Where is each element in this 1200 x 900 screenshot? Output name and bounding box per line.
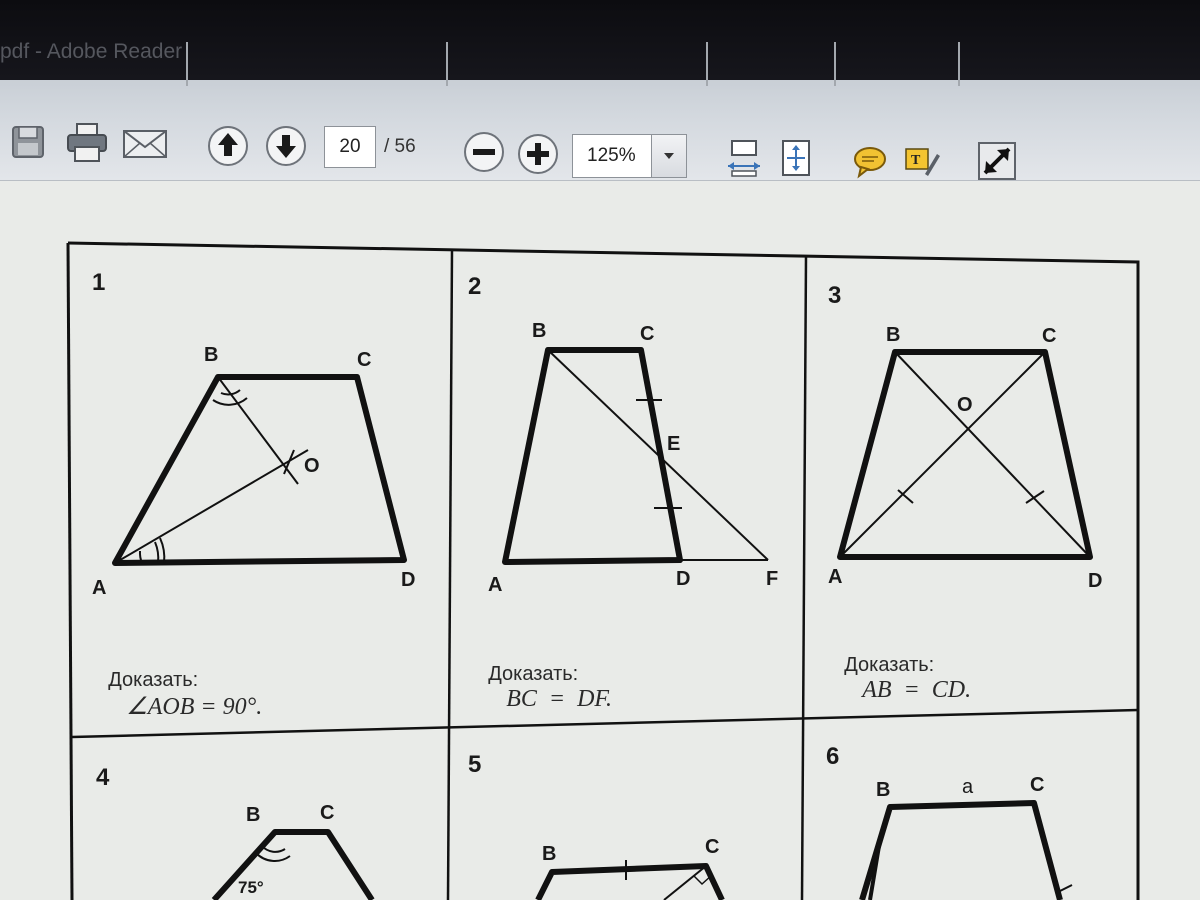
chevron-down-icon: [664, 153, 674, 159]
zoom-out-icon: [464, 132, 504, 172]
problem-5-label-b: B: [542, 843, 557, 865]
problem-2-number: 2: [468, 273, 482, 300]
full-screen-button[interactable]: [976, 140, 1018, 182]
zoom-in-button[interactable]: [516, 132, 560, 176]
problem-3-label-c: C: [1042, 325, 1057, 347]
zoom-value: 125%: [587, 145, 636, 166]
problem-1-label-b: B: [204, 344, 219, 366]
problem-4-label-b: B: [246, 804, 261, 826]
toolbar-separator: [834, 42, 836, 86]
email-icon: [123, 130, 167, 158]
sign-button[interactable]: T: [902, 142, 942, 182]
page-number-input[interactable]: 20: [324, 126, 376, 168]
problem-2-label-f: F: [766, 568, 779, 590]
caption-formula: ∠AOB = 90°.: [126, 694, 263, 720]
next-page-button[interactable]: [264, 124, 308, 168]
expand-icon: [978, 142, 1016, 180]
problem-1-caption: Доказать: ∠AOB = 90°.: [86, 646, 262, 744]
problem-3-label-b: B: [886, 324, 901, 346]
problem-6-label-a: a: [962, 776, 974, 798]
problem-1-label-c: C: [357, 349, 372, 371]
problem-3-number: 3: [828, 282, 842, 309]
grid-line: [446, 249, 454, 900]
problem-3-label-a: A: [828, 566, 843, 588]
problem-5-label-c: C: [705, 836, 720, 858]
problem-1-number: 1: [92, 269, 106, 296]
window-title: pdf - Adobe Reader: [0, 40, 183, 63]
print-button[interactable]: [64, 120, 110, 166]
caption-prefix: Доказать:: [108, 669, 199, 691]
grid-border: [66, 242, 74, 900]
print-icon: [67, 123, 107, 162]
problem-6-figure: [859, 800, 1073, 900]
zoom-dropdown-button[interactable]: [651, 135, 686, 177]
problems-grid: [66, 241, 1140, 900]
problem-1-label-d: D: [401, 569, 416, 591]
document-page[interactable]: 1 2 3 4 5 6 B C O A D Доказать: ∠AOB = 9…: [0, 181, 1200, 900]
problem-6-label-c: C: [1030, 774, 1045, 796]
problem-6-number: 6: [826, 743, 840, 770]
email-button[interactable]: [120, 124, 170, 164]
next-page-icon: [266, 126, 306, 166]
problem-2-label-c: C: [640, 323, 655, 345]
problem-3-caption: Доказать: AB = CD.: [822, 631, 971, 727]
zoom-out-button[interactable]: [462, 130, 506, 174]
problem-1-label-a: A: [92, 577, 107, 599]
caption-formula: BC = DF.: [506, 686, 612, 712]
sign-icon: T: [905, 148, 940, 176]
page-total-label: / 56: [384, 136, 416, 157]
comment-icon: [854, 147, 886, 179]
caption-prefix: Доказать:: [844, 654, 935, 676]
problem-4-label-c: C: [320, 802, 335, 824]
problem-6-label-b: B: [876, 779, 891, 801]
caption-prefix: Доказать:: [488, 663, 579, 685]
fit-page-icon: [782, 140, 810, 176]
problem-2-label-b: B: [532, 320, 547, 342]
grid-line: [800, 255, 808, 900]
fit-width-icon: [728, 140, 760, 177]
problem-4-number: 4: [96, 764, 110, 791]
problem-2-label-d: D: [676, 568, 691, 590]
problem-1-label-o: O: [304, 455, 320, 477]
svg-text:T: T: [911, 153, 921, 168]
window-titlebar: pdf - Adobe Reader: [0, 0, 1200, 80]
grid-border: [67, 241, 1140, 900]
save-button[interactable]: [8, 122, 48, 162]
zoom-select[interactable]: 125%: [572, 134, 687, 178]
problem-2-figure: [502, 347, 769, 565]
caption-formula: AB = CD.: [862, 677, 972, 703]
fit-page-button[interactable]: [776, 136, 816, 180]
problem-5-number: 5: [468, 751, 482, 778]
previous-page-button[interactable]: [206, 124, 250, 168]
problem-4-angle-label: 75°: [238, 878, 264, 897]
problem-1-figure: [112, 374, 407, 566]
toolbar-separator: [958, 42, 960, 86]
problem-2-caption: Доказать: BC = DF.: [466, 640, 612, 736]
save-icon: [12, 126, 44, 158]
comment-button[interactable]: [850, 142, 890, 182]
problem-5-figure: [535, 860, 725, 900]
toolbar-separator: [186, 42, 188, 86]
zoom-in-icon: [518, 134, 558, 174]
toolbar-separator: [706, 42, 708, 86]
fit-width-button[interactable]: [724, 136, 764, 180]
problem-2-label-a: A: [488, 574, 503, 596]
toolbar-separator: [446, 42, 448, 86]
previous-page-icon: [208, 126, 248, 166]
problem-3-label-d: D: [1088, 570, 1103, 592]
problem-3-figure: [837, 349, 1093, 560]
problem-2-label-e: E: [667, 433, 681, 455]
problem-3-label-o: O: [957, 394, 973, 416]
